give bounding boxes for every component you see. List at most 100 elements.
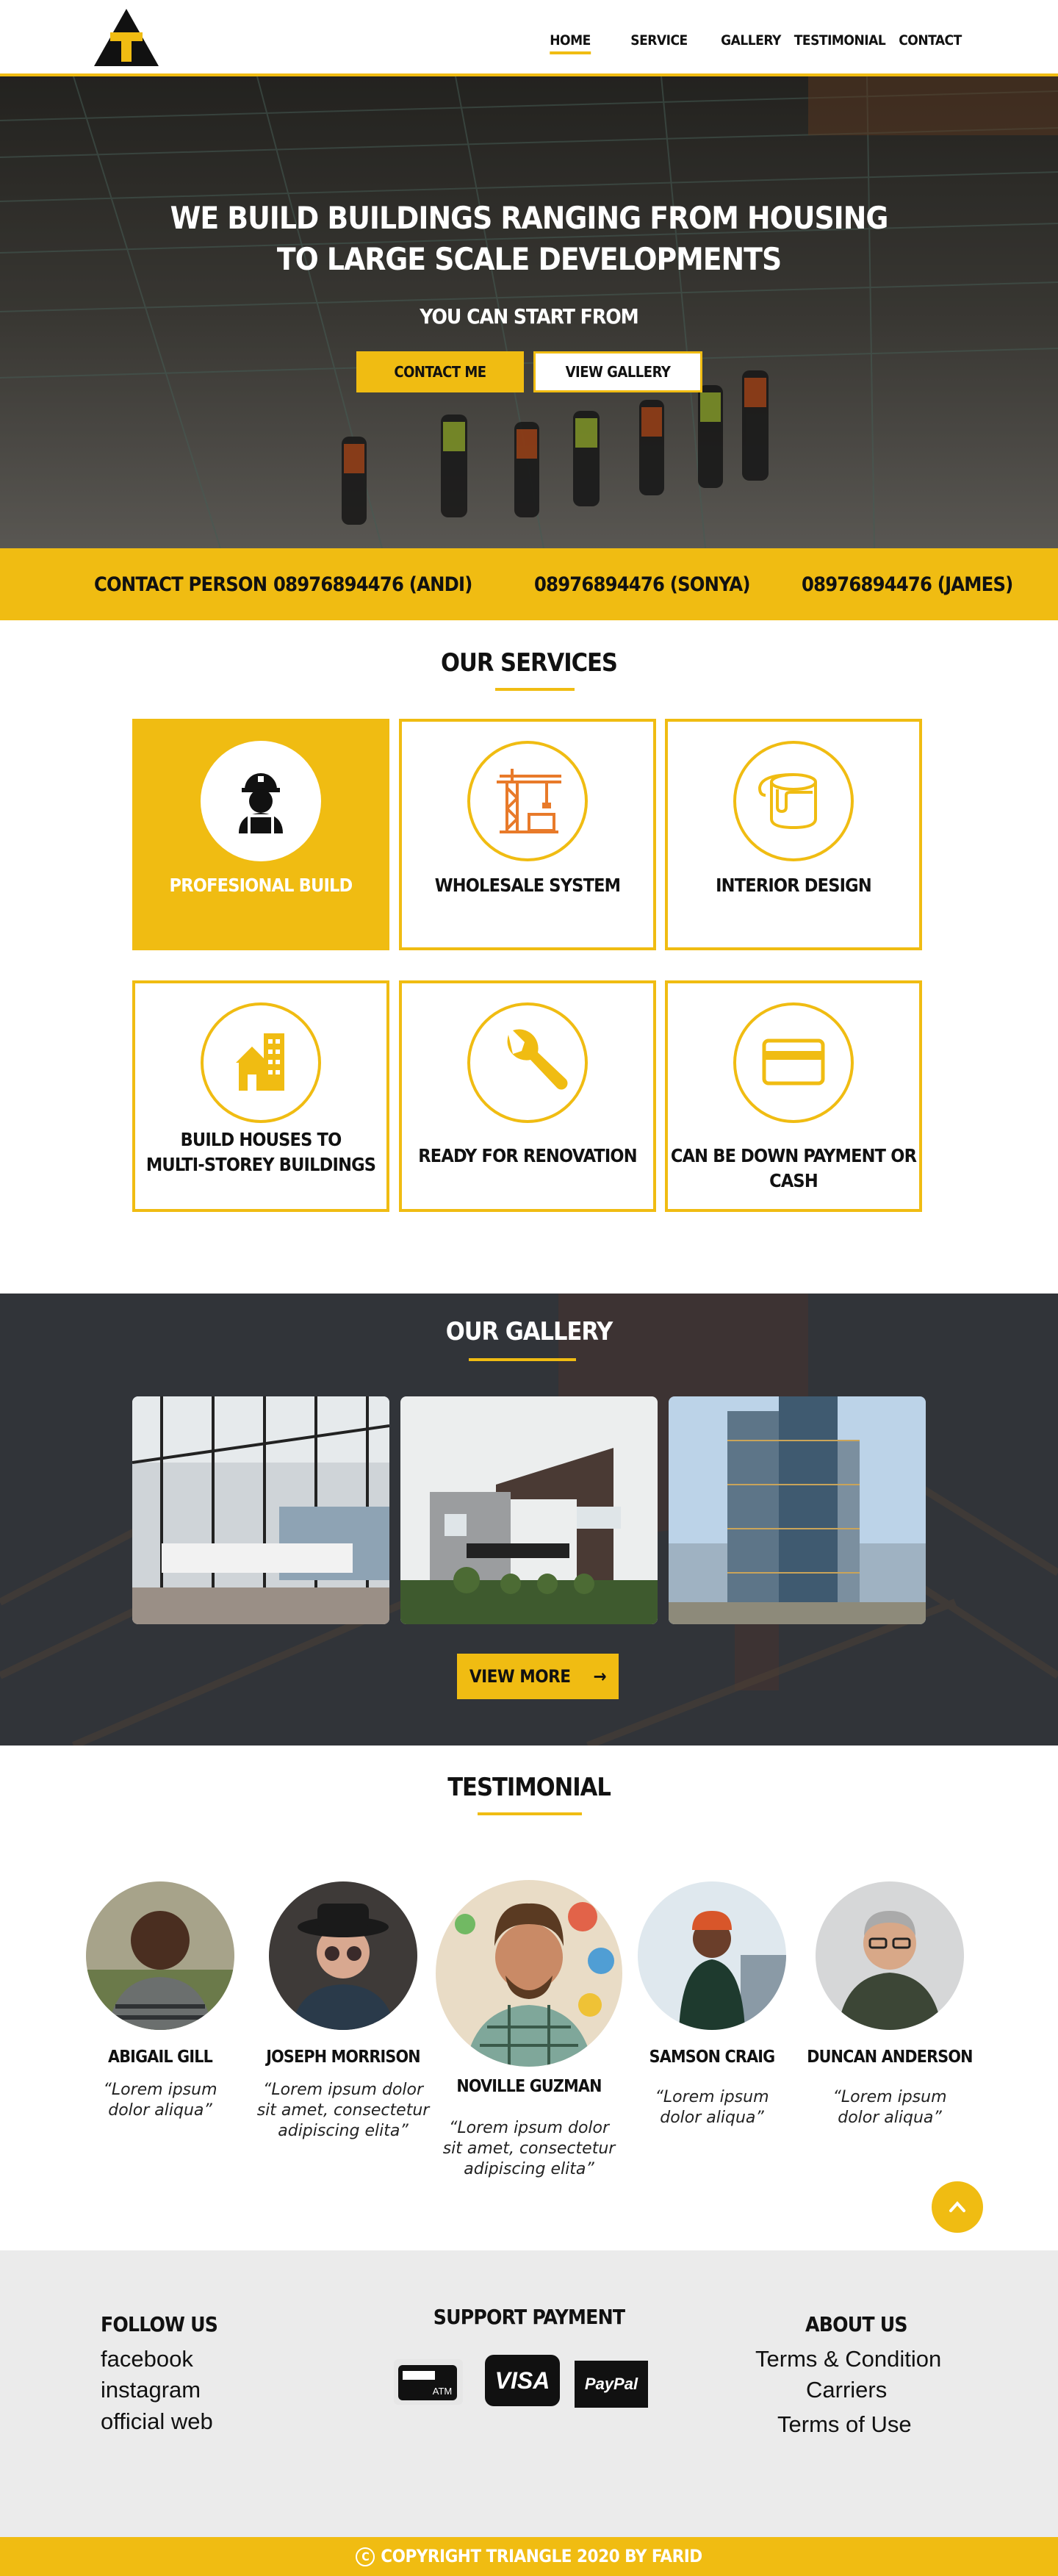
service-icon-circle [467, 1002, 588, 1123]
contact-phone-james[interactable]: 08976894476 (JAMES) [802, 573, 1013, 596]
avatar [816, 1881, 964, 2030]
service-card-payment[interactable]: CAN BE DOWN PAYMENT OR CASH [665, 980, 922, 1212]
service-label: PROFESIONAL BUILD [169, 875, 353, 896]
gallery-image-interior[interactable] [132, 1396, 389, 1624]
testimonial-title-underline [478, 1812, 582, 1815]
contact-phone-sonya[interactable]: 08976894476 (SONYA) [534, 573, 750, 596]
arrow-right-icon: → [593, 1666, 607, 1687]
quote-line: adipiscing elita” [278, 2122, 409, 2140]
service-label: WHOLESALE SYSTEM [434, 875, 621, 896]
triangle-logo-icon[interactable] [93, 7, 160, 68]
quote-line: “Lorem ipsum [832, 2088, 947, 2106]
service-label: INTERIOR DESIGN [716, 875, 872, 896]
worker-icon [239, 773, 283, 833]
testimonial-quote: “Lorem ipsum dolor aliqua” [616, 2087, 807, 2128]
gallery-image-house[interactable] [400, 1396, 658, 1624]
service-label-line2: MULTI-STOREY BUILDINGS [145, 1154, 376, 1175]
contact-person-label: CONTACT PERSON [94, 573, 267, 596]
contact-me-button[interactable]: CONTACT ME [356, 351, 524, 392]
nav-contact[interactable]: CONTACT [899, 32, 962, 49]
avatar-samson-craig [638, 1881, 786, 2030]
gallery-title-underline [469, 1358, 576, 1361]
avatar-abigail-gill [86, 1881, 234, 2030]
service-icon-circle [467, 741, 588, 861]
about-us-title: ABOUT US [805, 2312, 908, 2336]
avatar-joseph-morrison [269, 1881, 417, 2030]
testimonial-quote: “Lorem ipsum dolor aliqua” [794, 2087, 985, 2128]
footer-link-facebook[interactable]: facebook [101, 2346, 193, 2372]
hero-title-line1: WE BUILD BUILDINGS RANGING FROM HOUSING [170, 200, 889, 236]
paypal-icon: PayPal [575, 2361, 648, 2408]
service-card-build-houses[interactable]: BUILD HOUSES TO MULTI-STOREY BUILDINGS [132, 980, 389, 1212]
service-card-interior-design[interactable]: INTERIOR DESIGN [665, 719, 922, 950]
paypal-label: PayPal [584, 2375, 638, 2393]
footer-link-terms-condition[interactable]: Terms & Condition [755, 2346, 941, 2372]
quote-line: “Lorem ipsum [103, 2081, 217, 2099]
gallery-title: OUR GALLERY [445, 1317, 613, 1346]
testimonial-title: TESTIMONIAL [447, 1773, 611, 1802]
view-more-button[interactable]: VIEW MORE → [457, 1654, 619, 1699]
gallery-image-tower[interactable] [669, 1396, 926, 1624]
testimonial-name: DUNCAN ANDERSON [807, 2048, 973, 2067]
footer-link-instagram[interactable]: instagram [101, 2377, 201, 2403]
service-icon-circle [201, 741, 321, 861]
service-label-line1: BUILD HOUSES TO [180, 1129, 342, 1150]
gallery-section: OUR GALLERY VIEW MORE → [0, 1294, 1058, 1746]
quote-line: sit amet, consectetur [442, 2139, 616, 2158]
testimonial-quote: “Lorem ipsum dolor sit amet, consectetur… [248, 2080, 439, 2142]
avatar [638, 1881, 786, 2030]
visa-label: VISA [494, 2367, 550, 2394]
service-icon-circle [733, 1002, 854, 1123]
service-label: BUILD HOUSES TO MULTI-STOREY BUILDINGS [135, 1127, 386, 1177]
scroll-top-button[interactable] [932, 2181, 983, 2233]
service-card-wholesale-system[interactable]: WHOLESALE SYSTEM [399, 719, 656, 950]
paint-bucket-icon [757, 773, 817, 830]
services-title-underline [495, 688, 575, 691]
service-card-profesional-build[interactable]: PROFESIONAL BUILD [132, 719, 389, 950]
nav-service[interactable]: SERVICE [630, 32, 688, 49]
nav-gallery[interactable]: GALLERY [721, 32, 781, 49]
quote-line: adipiscing elita” [464, 2160, 594, 2178]
copyright-icon: C [356, 2547, 375, 2566]
hero-subtitle: YOU CAN START FROM [420, 304, 639, 329]
avatar [269, 1881, 417, 2030]
contact-bar: CONTACT PERSON 08976894476 (ANDI) 089768… [0, 548, 1058, 620]
testimonial-quote: “Lorem ipsum dolor sit amet, consectetur… [433, 2118, 625, 2180]
hero-title: WE BUILD BUILDINGS RANGING FROM HOUSING … [0, 198, 1058, 280]
footer-link-official-web[interactable]: official web [101, 2408, 213, 2435]
nav-testimonial[interactable]: TESTIMONIAL [794, 32, 886, 49]
service-label: CAN BE DOWN PAYMENT OR CASH [670, 1145, 917, 1191]
view-gallery-button[interactable]: VIEW GALLERY [533, 351, 702, 392]
atm-label: ATM [433, 2386, 452, 2397]
site-header: HOME SERVICE GALLERY TESTIMONIAL CONTACT [0, 0, 1058, 76]
testimonial-name: JOSEPH MORRISON [266, 2048, 420, 2067]
hero-title-line2: TO LARGE SCALE DEVELOPMENTS [276, 241, 782, 277]
service-label: READY FOR RENOVATION [418, 1145, 637, 1166]
gallery-interior-photo [132, 1396, 389, 1624]
quote-line: dolor aliqua” [108, 2101, 212, 2120]
service-icon-circle [201, 1002, 321, 1123]
site-footer: FOLLOW US facebook instagram official we… [0, 2250, 1058, 2537]
wrench-icon [507, 1029, 568, 1090]
chevron-up-icon [949, 2201, 965, 2212]
contact-phone-andi[interactable]: 08976894476 (ANDI) [273, 573, 472, 596]
nav-home[interactable]: HOME [550, 32, 591, 54]
footer-link-carriers[interactable]: Carriers [806, 2377, 887, 2403]
view-more-label: VIEW MORE [469, 1666, 571, 1687]
atm-card-icon: ATM [394, 2359, 463, 2405]
quote-line: sit amet, consectetur [256, 2101, 430, 2120]
service-icon-circle [733, 741, 854, 861]
buildings-icon [236, 1033, 284, 1091]
copyright-text: COPYRIGHT TRIANGLE 2020 BY FARID [381, 2546, 702, 2566]
gallery-tower-photo [669, 1396, 926, 1624]
quote-line: “Lorem ipsum dolor [262, 2081, 424, 2099]
testimonial-name: NOVILLE GUZMAN [456, 2077, 602, 2096]
quote-line: dolor aliqua” [660, 2109, 764, 2127]
footer-link-terms-of-use[interactable]: Terms of Use [777, 2411, 912, 2438]
quote-line: “Lorem ipsum dolor [448, 2119, 610, 2137]
service-card-renovation[interactable]: READY FOR RENOVATION [399, 980, 656, 1212]
gallery-house-photo [400, 1396, 658, 1624]
avatar-duncan-anderson [816, 1881, 964, 2030]
avatar [86, 1881, 234, 2030]
testimonial-quote: “Lorem ipsum dolor aliqua” [65, 2080, 256, 2121]
